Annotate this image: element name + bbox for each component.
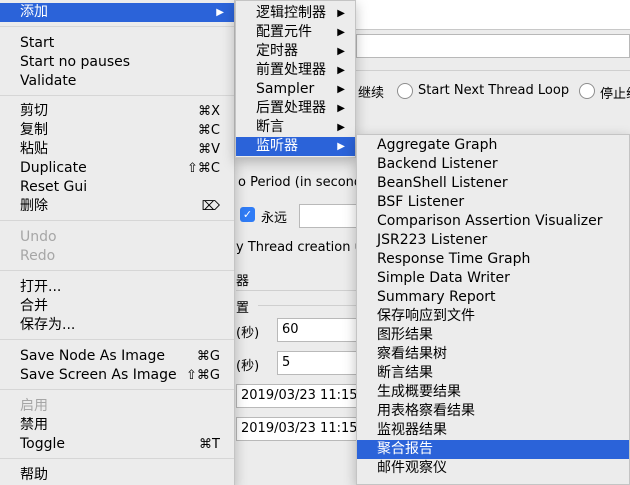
menu-separator [0, 95, 234, 96]
startup-delay-field[interactable]: 5 [277, 351, 357, 375]
submenu-item-sampler[interactable]: Sampler ▶ [236, 80, 355, 99]
menu-item-enable: 启用 [20, 398, 48, 414]
submenu-arrow-icon: ▶ [337, 27, 345, 38]
add-submenu: 逻辑控制器 ▶ 配置元件 ▶ 定时器 ▶ 前置处理器 ▶ Sampler ▶ 后置处理器 ▶… [235, 0, 356, 158]
menu-separator [0, 339, 234, 340]
menu-item-copy[interactable]: 复制 ⌘C [0, 121, 234, 140]
menu-item-duplicate[interactable]: Duplicate ⇧⌘C [0, 159, 234, 178]
listener-item[interactable]: 生成概要结果 [357, 383, 629, 402]
delete-key-icon: ⌦ [201, 199, 220, 214]
delay-thread-label: y Thread creation ur [236, 240, 369, 255]
menu-item-toggle[interactable]: Toggle ⌘T [0, 435, 234, 454]
menu-item-start-no-pauses[interactable]: Start no pauses [0, 53, 234, 72]
duration-label: (秒) [236, 326, 260, 341]
menu-item-delete[interactable]: 删除 ⌦ [0, 197, 234, 216]
start-time-field[interactable]: 2019/03/23 11:15 [236, 384, 358, 408]
listener-item[interactable]: 用表格察看结果 [357, 402, 629, 421]
listener-item[interactable]: Simple Data Writer [357, 269, 629, 288]
menu-item-start[interactable]: Start [0, 34, 234, 53]
submenu-item-listener[interactable]: 监听器 ▶ [236, 137, 355, 156]
listener-item[interactable]: Summary Report [357, 288, 629, 307]
menu-item-add[interactable]: 添加 ▶ [0, 3, 234, 22]
listener-item[interactable]: BSF Listener [357, 193, 629, 212]
ramp-up-label: o Period (in seconds) [238, 175, 375, 190]
submenu-item-assertion[interactable]: 断言 ▶ [236, 118, 355, 137]
submenu-arrow-icon: ▶ [337, 122, 345, 133]
menu-item-disable[interactable]: 禁用 [0, 416, 234, 435]
top-input-field[interactable] [356, 0, 630, 30]
menu-separator [0, 220, 234, 221]
comment-input-field[interactable] [356, 34, 630, 58]
submenu-arrow-icon: ▶ [216, 7, 224, 18]
listener-item[interactable]: 图形结果 [357, 326, 629, 345]
listener-item[interactable]: Comparison Assertion Visualizer [357, 212, 629, 231]
listener-item[interactable]: 断言结果 [357, 364, 629, 383]
submenu-arrow-icon: ▶ [337, 141, 345, 152]
menu-item-paste[interactable]: 粘贴 ⌘V [0, 140, 234, 159]
listener-item[interactable]: JSR223 Listener [357, 231, 629, 250]
listener-item[interactable]: 保存响应到文件 [357, 307, 629, 326]
listener-item-aggregate-report[interactable]: 聚合报告 [357, 440, 629, 459]
stop-thread-radio[interactable] [579, 83, 595, 99]
menu-item-reset-gui[interactable]: Reset Gui [0, 178, 234, 197]
submenu-item-config-element[interactable]: 配置元件 ▶ [236, 23, 355, 42]
listener-item[interactable]: 察看结果树 [357, 345, 629, 364]
listener-item[interactable]: BeanShell Listener [357, 174, 629, 193]
context-menu: 添加 ▶ Start Start no pauses Validate 剪切 ⌘X… [0, 0, 235, 485]
menu-item-merge[interactable]: 合并 [0, 297, 234, 316]
listener-submenu: Aggregate Graph Backend Listener BeanShe… [356, 134, 630, 485]
continue-radio-label: 继续 [358, 86, 385, 101]
submenu-item-logic-controller[interactable]: 逻辑控制器 ▶ [236, 4, 355, 23]
submenu-arrow-icon: ▶ [337, 65, 345, 76]
menu-item-open[interactable]: 打开... [0, 278, 234, 297]
menu-item-help[interactable]: 帮助 [0, 466, 234, 485]
listener-item[interactable]: Backend Listener [357, 155, 629, 174]
forever-label: 永远 [261, 211, 288, 226]
start-next-loop-radio[interactable] [397, 83, 413, 99]
submenu-item-post-processor[interactable]: 后置处理器 ▶ [236, 99, 355, 118]
divider [236, 290, 356, 291]
submenu-item-timer[interactable]: 定时器 ▶ [236, 42, 355, 61]
submenu-arrow-icon: ▶ [337, 84, 345, 95]
menu-separator [0, 270, 234, 271]
menu-item-redo: Redo [20, 248, 56, 264]
listener-item[interactable]: 监视器结果 [357, 421, 629, 440]
menu-item-validate[interactable]: Validate [0, 72, 234, 91]
menu-item-undo: Undo [20, 229, 57, 245]
menu-item-save-as[interactable]: 保存为... [0, 316, 234, 335]
menu-item-save-screen-image[interactable]: Save Screen As Image ⇧⌘G [0, 366, 234, 385]
submenu-item-pre-processor[interactable]: 前置处理器 ▶ [236, 61, 355, 80]
menu-separator [0, 26, 234, 27]
delay-label: (秒) [236, 359, 260, 374]
duration-field[interactable]: 60 [277, 318, 357, 342]
config-label: 置 [236, 301, 250, 316]
scheduler-label: 器 [236, 274, 250, 289]
menu-separator [0, 458, 234, 459]
loop-count-field[interactable] [299, 204, 359, 228]
submenu-arrow-icon: ▶ [337, 46, 345, 57]
forever-checkbox[interactable]: ✓ [240, 207, 255, 222]
listener-item[interactable]: Response Time Graph [357, 250, 629, 269]
start-next-loop-label: Start Next Thread Loop [418, 83, 570, 98]
menu-item-save-node-image[interactable]: Save Node As Image ⌘G [0, 347, 234, 366]
stop-thread-label: 停止线 [600, 87, 630, 102]
menu-separator [0, 389, 234, 390]
submenu-arrow-icon: ▶ [337, 103, 345, 114]
divider [258, 305, 356, 306]
end-time-field[interactable]: 2019/03/23 11:15 [236, 417, 358, 441]
listener-item[interactable]: Aggregate Graph [357, 136, 629, 155]
divider [356, 70, 630, 71]
menu-item-cut[interactable]: 剪切 ⌘X [0, 102, 234, 121]
submenu-arrow-icon: ▶ [337, 8, 345, 19]
listener-item[interactable]: 邮件观察仪 [357, 459, 629, 478]
